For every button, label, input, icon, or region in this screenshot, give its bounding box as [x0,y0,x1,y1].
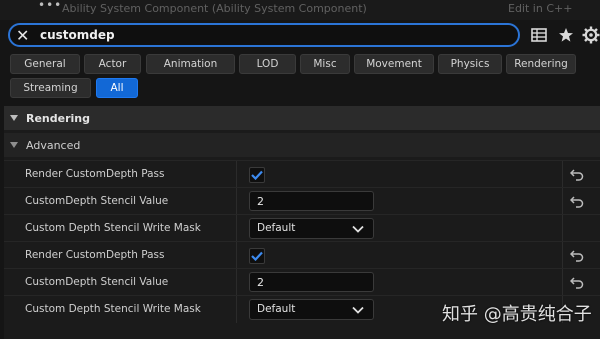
render-customdepth-checkbox[interactable] [249,167,265,183]
subcategory-advanced[interactable]: Advanced [4,133,600,157]
star-icon[interactable] [557,26,575,44]
search-box: ✕ [8,23,520,47]
property-row: CustomDepth Stencil Value 2 [4,268,600,296]
filter-general-button[interactable]: General [10,54,80,74]
component-dots-icon: ••• [38,0,63,12]
filter-physics-button[interactable]: Physics [438,54,502,74]
table-icon[interactable] [530,26,548,44]
filter-all-button[interactable]: All [96,78,138,98]
gear-icon[interactable] [582,26,600,44]
property-label: Custom Depth Stencil Write Mask [25,303,201,315]
checkmark-icon [251,251,263,261]
property-row: CustomDepth Stencil Value 2 [4,187,600,215]
filter-lod-button[interactable]: LOD [239,54,296,74]
property-label: Render CustomDepth Pass [25,168,165,180]
filter-movement-button[interactable]: Movement [354,54,434,74]
top-clipped-strip: ••• Ability System Component (Ability Sy… [0,0,600,20]
category-rendering-label: Rendering [26,111,90,125]
property-label: Custom Depth Stencil Write Mask [25,222,201,234]
filter-rendering-button[interactable]: Rendering [506,54,576,74]
stencil-value-input[interactable]: 2 [249,272,374,292]
reset-to-default-icon[interactable] [569,167,584,181]
checkmark-icon [251,170,263,180]
stencil-write-mask-dropdown[interactable]: Default [249,299,374,320]
property-row: Render CustomDepth Pass [4,160,600,188]
component-name-clipped[interactable]: Ability System Component (Ability System… [62,2,367,15]
property-label: CustomDepth Stencil Value [25,276,169,288]
filter-animation-button[interactable]: Animation [146,54,235,74]
close-icon[interactable]: ✕ [16,26,29,45]
edit-link-clipped[interactable]: Edit in C++ [508,2,572,15]
category-rendering[interactable]: Rendering [4,106,600,130]
property-row: Render CustomDepth Pass [4,241,600,269]
expand-triangle-icon [10,142,18,148]
filter-misc-button[interactable]: Misc [300,54,350,74]
render-customdepth-checkbox[interactable] [249,248,265,264]
property-label: CustomDepth Stencil Value [25,195,169,207]
reset-to-default-icon[interactable] [569,275,584,289]
dropdown-value: Default [257,222,296,234]
dropdown-value: Default [257,303,296,315]
reset-to-default-icon[interactable] [569,248,584,262]
chevron-down-icon [352,305,364,317]
reset-to-default-icon[interactable] [569,194,584,208]
property-label: Render CustomDepth Pass [25,249,165,261]
search-row: ✕ [0,20,600,50]
filter-streaming-button[interactable]: Streaming [10,78,91,98]
chevron-down-icon [352,224,364,236]
subcategory-advanced-label: Advanced [26,138,81,152]
stencil-write-mask-dropdown[interactable]: Default [249,218,374,239]
watermark: 知乎 @高贵纯合子 [442,304,592,325]
filter-actor-button[interactable]: Actor [84,54,141,74]
search-input[interactable] [40,27,510,43]
stencil-value-input[interactable]: 2 [249,191,374,211]
property-row: Custom Depth Stencil Write Mask Default [4,214,600,242]
expand-triangle-icon [10,115,18,121]
